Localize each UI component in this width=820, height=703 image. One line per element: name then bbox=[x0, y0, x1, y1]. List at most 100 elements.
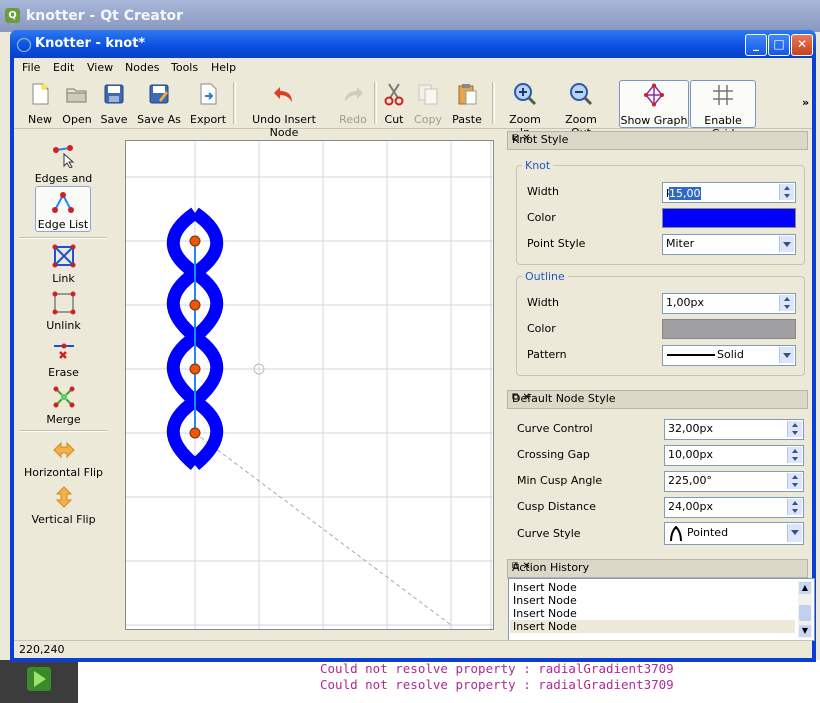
knot-width-spinbox[interactable]: 15,00px bbox=[662, 182, 796, 203]
new-button[interactable]: New bbox=[26, 80, 54, 126]
spin-arrows-icon[interactable] bbox=[787, 421, 802, 437]
menu-view[interactable]: View bbox=[87, 61, 113, 74]
merge-label: Merge bbox=[46, 413, 81, 426]
knot-canvas[interactable] bbox=[125, 140, 494, 630]
vertical-flip-tool[interactable]: Vertical Flip bbox=[17, 485, 110, 526]
spin-arrows-icon[interactable] bbox=[787, 447, 802, 463]
curve-style-combo[interactable]: Pointed bbox=[664, 522, 804, 545]
paste-button[interactable]: Paste bbox=[451, 80, 483, 126]
export-icon bbox=[200, 83, 217, 105]
scroll-up-icon[interactable]: ▲ bbox=[799, 582, 811, 594]
cut-button[interactable]: Cut bbox=[381, 80, 407, 126]
history-item-current[interactable]: Insert Node bbox=[510, 620, 795, 633]
outline-width-spinbox[interactable]: 1,00px bbox=[662, 293, 796, 314]
merge-tool[interactable]: Merge bbox=[17, 385, 110, 426]
output-line: Could not resolve property : radialGradi… bbox=[320, 661, 674, 676]
menu-bar: File Edit View Nodes Tools Help bbox=[14, 58, 812, 78]
edge-list-icon bbox=[52, 192, 74, 213]
qt-creator-title: knotter - Qt Creator bbox=[26, 8, 184, 24]
cursor-coordinates: 220,240 bbox=[19, 643, 65, 656]
maximize-button[interactable]: □ bbox=[768, 34, 790, 56]
outline-color-button[interactable] bbox=[662, 319, 796, 339]
pattern-value: Solid bbox=[717, 348, 744, 361]
paste-icon bbox=[458, 84, 477, 105]
toolbar-separator bbox=[374, 82, 377, 124]
knot-width-label: Width bbox=[527, 185, 559, 198]
float-dock-icon[interactable]: ⧉ ✕ bbox=[512, 561, 803, 572]
menu-edit[interactable]: Edit bbox=[53, 61, 74, 74]
knotter-app-icon bbox=[17, 38, 31, 52]
point-style-combo[interactable]: Miter bbox=[662, 234, 796, 255]
history-item[interactable]: Insert Node bbox=[513, 581, 577, 594]
chevron-down-icon[interactable] bbox=[779, 347, 794, 363]
action-history-list[interactable]: Insert Node Insert Node Insert Node Inse… bbox=[508, 578, 815, 641]
horizontal-flip-tool[interactable]: Horizontal Flip bbox=[17, 438, 110, 479]
menu-help[interactable]: Help bbox=[211, 61, 236, 74]
undo-button[interactable]: Undo Insert Node bbox=[240, 80, 328, 139]
unlink-tool[interactable]: Unlink bbox=[17, 291, 110, 332]
node-style-dock-header[interactable]: Default Node Style ⧉ ✕ bbox=[507, 390, 808, 409]
enable-grid-toggle[interactable]: Enable Grid bbox=[690, 80, 756, 140]
link-tool[interactable]: Link bbox=[17, 244, 110, 285]
crossing-gap-spinbox[interactable]: 10,00px bbox=[664, 445, 804, 466]
qt-creator-icon: Q bbox=[5, 8, 20, 23]
erase-tool[interactable]: Erase bbox=[17, 338, 110, 379]
zoom-in-button[interactable]: Zoom In bbox=[503, 80, 547, 139]
application-output: Could not resolve property : radialGradi… bbox=[316, 660, 820, 703]
spin-arrows-icon[interactable] bbox=[787, 473, 802, 489]
chevron-down-icon[interactable] bbox=[787, 524, 802, 542]
unlink-label: Unlink bbox=[46, 319, 81, 332]
toolbar-separator bbox=[492, 82, 495, 124]
scroll-thumb[interactable] bbox=[799, 605, 811, 621]
close-button[interactable]: ✕ bbox=[791, 34, 813, 56]
outline-color-label: Color bbox=[527, 322, 556, 335]
knot-group-title: Knot bbox=[522, 159, 554, 172]
float-dock-icon[interactable]: ⧉ ✕ bbox=[512, 133, 803, 144]
export-button[interactable]: Export bbox=[190, 80, 226, 126]
spin-arrows-icon[interactable] bbox=[779, 295, 794, 311]
history-scrollbar[interactable]: ▲ ▼ bbox=[798, 581, 812, 638]
open-button[interactable]: Open bbox=[60, 80, 94, 126]
knot-color-label: Color bbox=[527, 211, 556, 224]
history-item[interactable]: Insert Node bbox=[513, 607, 577, 620]
pattern-combo[interactable]: Solid bbox=[662, 345, 796, 366]
action-history-dock-header[interactable]: Action History ⧉ ✕ bbox=[507, 559, 808, 578]
copy-button[interactable]: Copy bbox=[414, 80, 442, 126]
history-item[interactable]: Insert Node bbox=[513, 594, 577, 607]
curve-control-spinbox[interactable]: 32,00px bbox=[664, 419, 804, 440]
redo-label: Redo bbox=[339, 113, 367, 126]
horizontal-flip-label: Horizontal Flip bbox=[23, 466, 104, 479]
spin-arrows-icon[interactable] bbox=[779, 184, 794, 200]
tool-panel: Edges and Nodes Edge List Link Unlink Er… bbox=[17, 138, 110, 638]
knot-color-button[interactable] bbox=[662, 208, 796, 228]
minimize-button[interactable]: _ bbox=[745, 34, 767, 56]
zoom-out-button[interactable]: Zoom Out bbox=[554, 80, 608, 139]
show-graph-toggle[interactable]: Show Graph bbox=[619, 80, 689, 128]
menu-nodes[interactable]: Nodes bbox=[125, 61, 159, 74]
save-button[interactable]: Save bbox=[100, 80, 128, 126]
save-as-button[interactable]: Save As bbox=[136, 80, 182, 126]
outline-width-value: 1,00px bbox=[666, 296, 704, 309]
pointed-cusp-icon bbox=[670, 526, 682, 542]
menu-tools[interactable]: Tools bbox=[171, 61, 198, 74]
chevron-down-icon[interactable] bbox=[779, 236, 794, 252]
merge-icon bbox=[53, 386, 74, 408]
tool-separator bbox=[19, 430, 107, 432]
menu-file[interactable]: File bbox=[22, 61, 40, 74]
min-cusp-angle-spinbox[interactable]: 225,00° bbox=[664, 471, 804, 492]
curve-control-label: Curve Control bbox=[517, 422, 593, 435]
pattern-label: Pattern bbox=[527, 348, 567, 361]
scroll-down-icon[interactable]: ▼ bbox=[799, 625, 811, 637]
redo-button[interactable]: Redo bbox=[338, 80, 368, 126]
erase-icon bbox=[53, 343, 74, 359]
save-as-icon bbox=[149, 84, 169, 104]
toolbar-overflow-button[interactable]: » bbox=[802, 96, 809, 109]
knot-style-dock-header[interactable]: Knot Style ⧉ ✕ bbox=[507, 131, 808, 150]
edge-list-tool[interactable]: Edge List bbox=[35, 186, 91, 232]
float-dock-icon[interactable]: ⧉ ✕ bbox=[512, 392, 803, 403]
spin-arrows-icon[interactable] bbox=[787, 499, 802, 515]
knot-view[interactable] bbox=[126, 141, 493, 629]
run-icon[interactable] bbox=[26, 666, 52, 692]
knotter-titlebar[interactable]: Knotter - knot* _ □ ✕ bbox=[10, 30, 816, 58]
cusp-distance-spinbox[interactable]: 24,00px bbox=[664, 497, 804, 518]
